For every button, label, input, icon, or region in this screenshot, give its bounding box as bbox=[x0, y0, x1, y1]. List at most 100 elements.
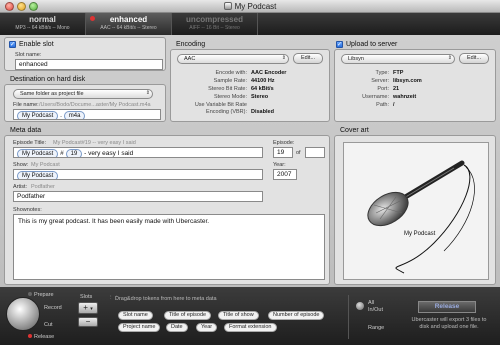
range-all-radio[interactable] bbox=[356, 302, 364, 310]
popup-arrows-icon: ⇕ bbox=[145, 90, 150, 96]
upload-server-select[interactable]: Libsyn ⇕ bbox=[341, 54, 455, 64]
encoding-row-value: Disabled bbox=[251, 109, 274, 115]
upload-row-value: FTP bbox=[393, 70, 404, 76]
upload-row-label: Port: bbox=[377, 86, 389, 92]
token-project-name[interactable]: My Podcast bbox=[17, 111, 59, 119]
encoding-row-label: Stereo Bit Rate: bbox=[208, 86, 247, 92]
drag-hint: Drag&drop tokens from here to meta data bbox=[115, 296, 217, 302]
popup-arrows-icon: ⇕ bbox=[447, 55, 452, 61]
encoding-row-label: Use Variable Bit Rate Encoding (VBR): bbox=[194, 102, 247, 115]
tab-label: enhanced bbox=[109, 15, 148, 24]
slots-label: Slots bbox=[80, 294, 93, 300]
destination-panel: Same folder as project file ⇕ File name:… bbox=[4, 84, 166, 122]
mode-record[interactable]: Record bbox=[44, 305, 62, 311]
mode-indicator-icon bbox=[28, 292, 32, 296]
tab-normal[interactable]: normal MP3 -- 64 kBit/s -- Mono bbox=[0, 13, 86, 35]
tab-uncompressed[interactable]: uncompressed AIFF -- 16 Bit -- Stereo bbox=[172, 13, 258, 35]
encoding-row-value: 44100 Hz bbox=[251, 78, 275, 84]
token-title-of-show[interactable]: My Podcast bbox=[17, 149, 59, 157]
token-title-of-show[interactable]: Title of show bbox=[218, 311, 259, 320]
tab-label: uncompressed bbox=[186, 15, 243, 24]
tab-label: normal bbox=[29, 15, 56, 24]
file-name-field[interactable]: My Podcast . m4a bbox=[13, 109, 161, 120]
mode-indicator-icon bbox=[28, 334, 32, 338]
episode-of-label: of bbox=[296, 150, 301, 156]
year-label: Year: bbox=[273, 162, 286, 168]
token-project-name[interactable]: My Podcast bbox=[17, 171, 59, 179]
slot-name-field[interactable]: enhanced bbox=[15, 59, 163, 70]
cover-caption: My Podcast bbox=[404, 231, 436, 237]
shownotes-textarea[interactable]: This is my great podcast. It has been ea… bbox=[13, 214, 325, 280]
microphone-icon bbox=[367, 160, 475, 274]
title-bar: My Podcast bbox=[0, 0, 500, 13]
encoding-edit-button[interactable]: Edit... bbox=[293, 53, 323, 64]
range-label: Range bbox=[368, 325, 385, 331]
show-field[interactable]: My Podcast bbox=[13, 169, 263, 180]
file-name-label: File name: bbox=[13, 102, 39, 108]
shownotes-label: Shownotes: bbox=[13, 207, 42, 213]
episode-title-label: Episode Title: bbox=[13, 140, 47, 146]
encoding-row-value: 64 kBit/s bbox=[251, 86, 274, 92]
grip-icon: ⋮⋮ bbox=[108, 295, 119, 301]
release-button[interactable]: Release bbox=[418, 301, 476, 313]
token-format-extension[interactable]: m4a bbox=[63, 111, 86, 119]
upload-row-value: libsyn.com bbox=[393, 78, 422, 84]
file-path-hint: /Users/Bodo/Docume...aster/My Podcast.m4… bbox=[39, 102, 151, 108]
episode-title-field[interactable]: My Podcast # 19 - very easy I said bbox=[13, 147, 263, 158]
transport-bar: Prepare Record Cut Release Slots + ▾ − D… bbox=[0, 287, 500, 345]
mode-release[interactable]: Release bbox=[28, 334, 54, 340]
add-slot-button[interactable]: + ▾ bbox=[78, 302, 98, 314]
artist-field[interactable]: Podfather bbox=[13, 191, 263, 202]
encoding-row-label: Sample Rate: bbox=[213, 78, 247, 84]
mode-prepare[interactable]: Prepare bbox=[28, 292, 54, 298]
cover-art-image[interactable]: My Podcast bbox=[343, 142, 489, 280]
episode-number-field[interactable]: 19 bbox=[273, 147, 293, 158]
cover-art-panel: My Podcast bbox=[334, 135, 496, 285]
token-title-of-episode[interactable]: Title of episode bbox=[164, 311, 212, 320]
token-format-extension[interactable]: Format extension bbox=[224, 323, 277, 332]
episode-title-hint: My Podcast#19 -- very easy I said bbox=[53, 140, 136, 146]
encoding-row-label: Encode with: bbox=[215, 70, 248, 76]
token-number-of-episode[interactable]: 19 bbox=[65, 149, 83, 157]
upload-to-server-checkbox[interactable]: ✓ bbox=[336, 41, 343, 48]
slot-name-label: Slot name: bbox=[15, 52, 42, 58]
artist-hint: Podfather bbox=[31, 184, 55, 190]
episode-total-field[interactable] bbox=[305, 147, 325, 158]
token-year[interactable]: Year bbox=[196, 323, 218, 332]
remove-slot-button[interactable]: − bbox=[78, 317, 98, 327]
tab-enhanced[interactable]: enhanced AAC -- 64 kBit/s -- Stereo bbox=[86, 13, 172, 35]
upload-row-label: Type: bbox=[375, 70, 389, 76]
upload-row-value: / bbox=[393, 102, 395, 108]
token-number-of-episode[interactable]: Number of episode bbox=[268, 311, 325, 320]
destination-folder-select[interactable]: Same folder as project file ⇕ bbox=[13, 89, 153, 99]
meta-data-heading: Meta data bbox=[10, 127, 42, 134]
upload-row-value: 21 bbox=[393, 86, 400, 92]
encoding-row-label: Stereo Mode: bbox=[213, 94, 247, 100]
year-field[interactable]: 2007 bbox=[273, 169, 297, 180]
show-label: Show: bbox=[13, 162, 29, 168]
episode-number-label: Episode: bbox=[273, 140, 295, 146]
token-project-name[interactable]: Project name bbox=[118, 323, 161, 332]
token-slot-name[interactable]: Slot name bbox=[118, 311, 153, 320]
document-icon bbox=[223, 2, 232, 10]
enable-slot-label: Enable slot bbox=[19, 41, 54, 48]
upload-row-label: Server: bbox=[371, 78, 389, 84]
popup-arrows-icon: ⇕ bbox=[281, 55, 286, 61]
upload-panel: Libsyn ⇕ Edit... Type: FTP Server: libsy… bbox=[334, 49, 496, 122]
active-slot-indicator-icon bbox=[90, 16, 95, 21]
upload-row-label: Username: bbox=[362, 94, 389, 100]
upload-edit-button[interactable]: Edit... bbox=[459, 53, 489, 64]
upload-heading: Upload to server bbox=[346, 41, 398, 48]
mode-knob[interactable] bbox=[6, 297, 40, 331]
encoding-heading: Encoding bbox=[176, 41, 206, 48]
release-note: Ubercaster will export 3 files to disk a… bbox=[411, 317, 487, 330]
encoding-format-select[interactable]: AAC ⇕ bbox=[177, 54, 289, 64]
tab-sublabel: AAC -- 64 kBit/s -- Stereo bbox=[100, 25, 157, 31]
slot-panel: ✓ Enable slot Slot name: enhanced bbox=[4, 37, 166, 71]
enable-slot-checkbox[interactable]: ✓ bbox=[9, 41, 16, 48]
encoding-row-value: AAC Encoder bbox=[251, 70, 287, 76]
mode-cut[interactable]: Cut bbox=[44, 322, 53, 328]
destination-heading: Destination on hard disk bbox=[10, 76, 86, 83]
tab-sublabel: AIFF -- 16 Bit -- Stereo bbox=[189, 25, 240, 31]
token-date[interactable]: Date bbox=[166, 323, 188, 332]
